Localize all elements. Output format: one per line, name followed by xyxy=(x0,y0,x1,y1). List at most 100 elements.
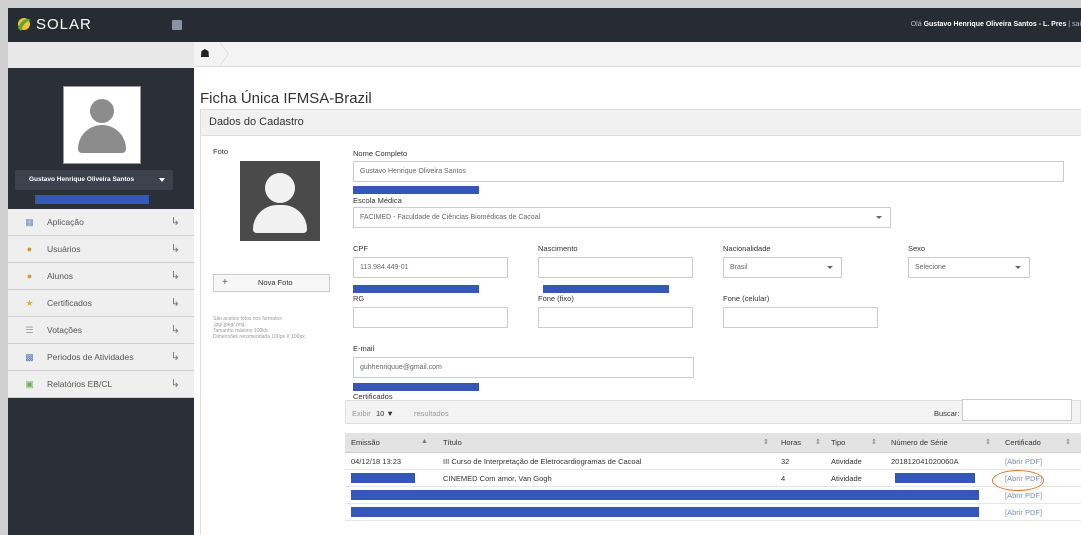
user-greeting: Olá Gustavo Henrique Oliveira Santos - L… xyxy=(910,21,1081,28)
cpf-input[interactable]: 113.984.449-01 xyxy=(353,257,508,278)
redacted-block xyxy=(353,285,479,293)
sidebar-item-periodos[interactable]: ▩ Periodos de Atividades ↳ xyxy=(8,344,194,371)
chevron-down-icon xyxy=(1015,266,1021,269)
full-name-label: Nome Completo xyxy=(353,149,408,158)
phone-cell-label: Fone (celular) xyxy=(723,294,770,303)
sort-icon: ⇕ xyxy=(815,439,821,446)
sidebar-item-certificados[interactable]: ★ Certificados ↳ xyxy=(8,290,194,317)
new-photo-label: Nova Foto xyxy=(258,278,293,287)
col-serie[interactable]: Número de Série xyxy=(891,438,948,447)
school-label: Escola Médica xyxy=(353,196,402,205)
sidebar-item-label: Certificados xyxy=(47,298,92,308)
user-menu-name: Gustavo Henrique Oliveira Santos xyxy=(29,176,135,183)
sidebar: Gustavo Henrique Oliveira Santos ▦ Aplic… xyxy=(8,42,194,535)
birth-input[interactable] xyxy=(538,257,693,278)
plus-icon: + xyxy=(222,277,228,288)
breadcrumb: ☗ xyxy=(194,42,1081,67)
top-bar: SOLAR Olá Gustavo Henrique Oliveira Sant… xyxy=(8,8,1081,42)
search-label: Buscar: xyxy=(934,409,960,418)
phone-cell-input[interactable] xyxy=(723,307,878,328)
page-size-value: 10 xyxy=(376,409,385,418)
certificates-icon: ★ xyxy=(25,298,34,308)
search-input[interactable] xyxy=(962,399,1072,421)
school-select[interactable]: FACIMED - Faculdade de Ciências Biomédic… xyxy=(353,207,891,228)
new-photo-button[interactable]: + Nova Foto xyxy=(213,274,330,292)
table-header: Emissão ▲ Título ⇕ Horas ⇕ Tipo ⇕ Número… xyxy=(345,433,1081,453)
cell-title: CINEMED Com amor, Van Gogh xyxy=(443,474,552,483)
app-window: SOLAR Olá Gustavo Henrique Oliveira Sant… xyxy=(8,8,1081,535)
open-pdf-link[interactable]: [Abrir PDF] xyxy=(1005,457,1042,466)
user-menu-button[interactable]: Gustavo Henrique Oliveira Santos xyxy=(15,170,173,190)
phone-fixed-input[interactable] xyxy=(538,307,693,328)
table-row: CINEMED Com amor, Van Gogh 4 Atividade [… xyxy=(345,470,1081,487)
cell-type: Atividade xyxy=(831,457,862,466)
nationality-select-value: Brasil xyxy=(730,264,748,271)
calendar-icon: ▩ xyxy=(25,352,34,362)
nationality-select[interactable]: Brasil xyxy=(723,257,842,278)
sidebar-item-usuarios[interactable]: ● Usuários ↳ xyxy=(8,236,194,263)
votes-icon: ☰ xyxy=(25,325,34,335)
rg-input[interactable] xyxy=(353,307,508,328)
photo-label: Foto xyxy=(213,147,229,156)
greeting-user-name[interactable]: Gustavo Henrique Oliveira Santos - L. Pr… xyxy=(924,21,1067,28)
app-icon: ▦ xyxy=(25,217,34,227)
sidebar-item-label: Alunos xyxy=(47,271,73,281)
col-certificado[interactable]: Certificado xyxy=(1005,438,1041,447)
sidebar-item-aplicacao[interactable]: ▦ Aplicação ↳ xyxy=(8,209,194,236)
open-pdf-link[interactable]: [Abrir PDF] xyxy=(1005,491,1042,500)
sort-icon: ▲ xyxy=(421,438,428,445)
redacted-block xyxy=(35,195,149,204)
reports-icon: ▣ xyxy=(25,379,34,389)
users-icon: ● xyxy=(26,244,33,254)
show-suffix: resultados xyxy=(414,409,449,418)
school-select-value: FACIMED - Faculdade de Ciências Biomédic… xyxy=(360,214,541,221)
home-icon[interactable]: ☗ xyxy=(200,48,212,60)
arrow-icon: ↳ xyxy=(170,378,180,390)
redacted-block xyxy=(895,473,975,483)
certificates-toolbar: Exibir 10 ▼ resultados Buscar: xyxy=(345,399,1081,424)
arrow-icon: ↳ xyxy=(170,243,180,255)
sex-select[interactable]: Selecione xyxy=(908,257,1030,278)
sidebar-item-alunos[interactable]: ● Alunos ↳ xyxy=(8,263,194,290)
panel-header: Dados do Cadastro xyxy=(201,110,1081,136)
table-row: [Abrir PDF] xyxy=(345,487,1081,504)
sidebar-item-votacoes[interactable]: ☰ Votações ↳ xyxy=(8,317,194,344)
sidebar-item-label: Usuários xyxy=(47,244,81,254)
sort-icon: ⇕ xyxy=(1065,439,1071,446)
col-titulo[interactable]: Título xyxy=(443,438,462,447)
logout-link[interactable]: | sai xyxy=(1066,21,1081,28)
cell-date: 04/12/18 13:23 xyxy=(351,457,402,466)
cell-serial: 201812041020060A xyxy=(891,457,959,466)
highlight-annotation xyxy=(992,470,1044,491)
full-name-input[interactable]: Gustavo Henrique Oliveira Santos xyxy=(353,161,1064,182)
open-pdf-link[interactable]: [Abrir PDF] xyxy=(1005,508,1042,517)
breadcrumb-separator-inner xyxy=(219,42,228,66)
sidebar-item-label: Votações xyxy=(47,325,82,335)
show-prefix: Exibir xyxy=(352,409,371,418)
email-label: E-mail xyxy=(353,344,375,353)
redacted-block xyxy=(353,186,479,194)
col-tipo[interactable]: Tipo xyxy=(831,438,845,447)
redacted-block xyxy=(351,473,415,483)
col-emissao[interactable]: Emissão xyxy=(351,438,380,447)
help-line: Dimensões recomendada 100px X 100px xyxy=(213,334,305,340)
rg-label: RG xyxy=(353,294,365,303)
sort-icon: ⇕ xyxy=(871,439,877,446)
sex-select-value: Selecione xyxy=(915,264,946,271)
arrow-icon: ↳ xyxy=(170,216,180,228)
sort-icon: ⇕ xyxy=(985,439,991,446)
sidebar-item-label: Relatórios EB/CL xyxy=(47,379,113,389)
sex-label: Sexo xyxy=(908,244,926,253)
col-horas[interactable]: Horas xyxy=(781,438,801,447)
arrow-icon: ↳ xyxy=(170,351,180,363)
email-input[interactable]: guhhenriquue@gmail.com xyxy=(353,357,694,378)
page-size-select[interactable]: 10 ▼ xyxy=(376,409,394,418)
arrow-icon: ↳ xyxy=(170,324,180,336)
table-row: [Abrir PDF] xyxy=(345,504,1081,521)
menu-toggle-icon[interactable] xyxy=(172,20,182,30)
arrow-icon: ↳ xyxy=(170,270,180,282)
redacted-block xyxy=(351,490,979,500)
avatar xyxy=(63,86,141,164)
page-title: Ficha Única IFMSA-Brazil xyxy=(200,90,372,107)
sidebar-item-relatorios[interactable]: ▣ Relatórios EB/CL ↳ xyxy=(8,371,194,398)
